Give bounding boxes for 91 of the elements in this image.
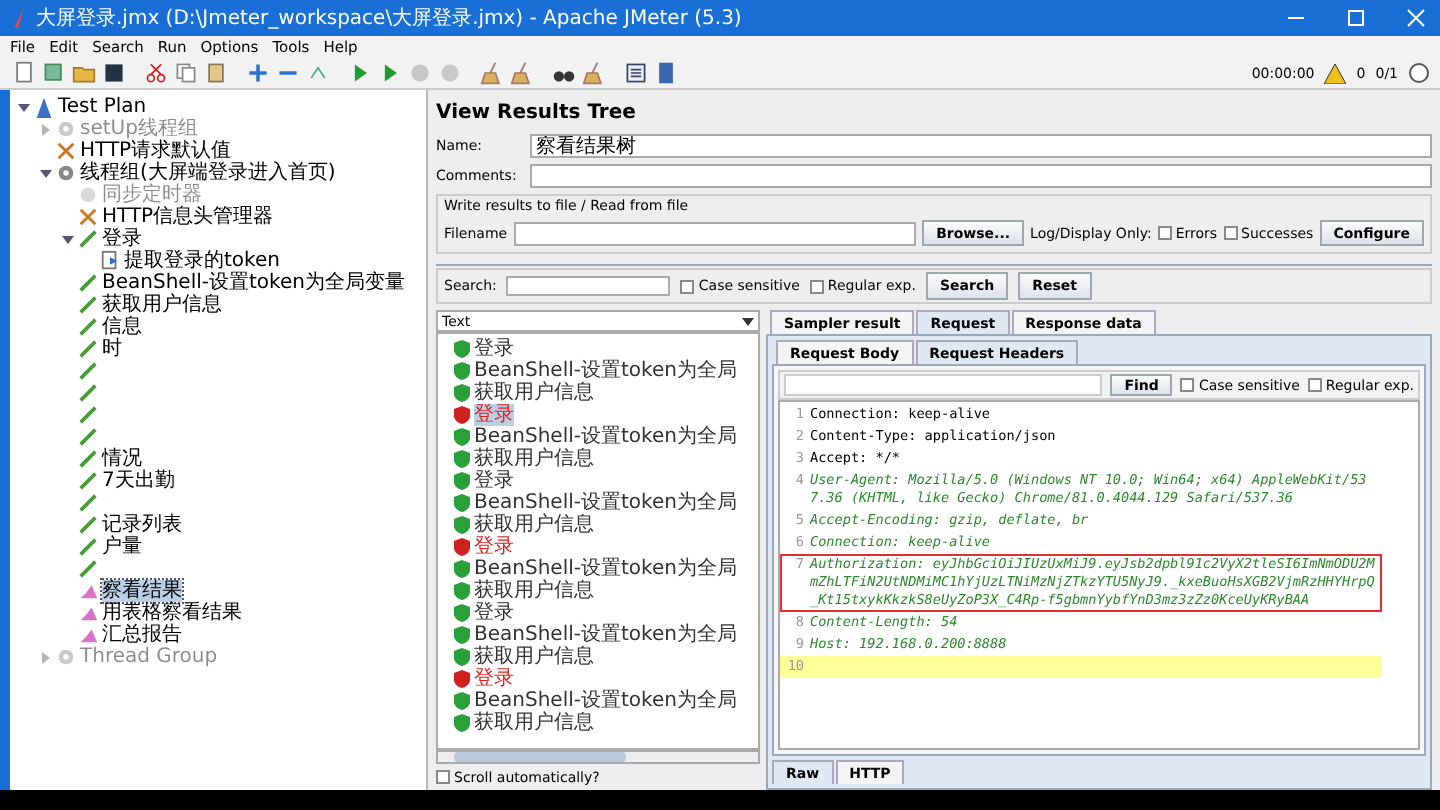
tree-item[interactable]: 用表格察看结果	[102, 602, 242, 624]
checkbox[interactable]	[1223, 226, 1238, 240]
filename-field[interactable]	[513, 221, 917, 245]
sampler-icon	[78, 514, 98, 536]
result-item[interactable]: 登录	[474, 668, 514, 690]
search-field[interactable]	[506, 276, 671, 296]
collapse-icon[interactable]	[62, 233, 74, 245]
result-item[interactable]: BeanShell-设置token为全局	[474, 690, 737, 712]
result-item[interactable]: 登录	[474, 338, 514, 360]
sampler-icon	[78, 448, 98, 470]
comments-field[interactable]	[530, 163, 1432, 187]
result-item[interactable]: BeanShell-设置token为全局	[474, 492, 737, 514]
tree-item[interactable]: 信息	[102, 316, 142, 338]
sampler-icon	[78, 426, 98, 448]
sampler-icon	[78, 558, 98, 580]
checkbox[interactable]	[680, 279, 695, 293]
checkbox[interactable]	[1157, 226, 1172, 240]
broom-icon[interactable]	[480, 60, 504, 86]
window-title: 大屏登录.jmx (D:\Jmeter_workspace\大屏登录.jmx) - Apache JMeter (5.3)	[36, 5, 744, 32]
tree-item[interactable]: 7天出勤	[102, 470, 175, 492]
tree-item[interactable]: 获取用户信息	[102, 294, 222, 316]
thread-icon	[56, 646, 76, 668]
listener-icon	[78, 580, 98, 602]
tree-item[interactable]: 记录列表	[102, 514, 182, 536]
tree-item[interactable]: 时	[102, 338, 122, 360]
thread-icon	[56, 118, 76, 140]
sampler-icon	[78, 404, 98, 426]
tree-item[interactable]: 汇总报告	[102, 624, 182, 646]
timer-icon	[78, 184, 98, 206]
maximize-icon[interactable]	[1344, 6, 1368, 30]
checkbox[interactable]	[809, 279, 824, 293]
checkbox[interactable]	[436, 770, 450, 784]
save-icon[interactable]	[102, 60, 126, 86]
listener-icon	[78, 602, 98, 624]
headers-editor[interactable]	[778, 400, 1420, 750]
tree-item[interactable]: 提取登录的token	[124, 250, 280, 272]
tree-item[interactable]: 情况	[102, 448, 142, 470]
panel-title: View Results Tree	[436, 100, 638, 128]
plan-icon	[34, 96, 54, 118]
tree-item[interactable]: 线程组(大屏端登录进入首页)	[80, 162, 336, 184]
collapse-icon[interactable]	[40, 167, 52, 179]
find-field[interactable]	[784, 374, 1103, 396]
clipboard-icon[interactable]	[204, 60, 228, 86]
result-item[interactable]: 获取用户信息	[474, 382, 594, 404]
result-item[interactable]: 获取用户信息	[474, 448, 594, 470]
close-icon[interactable]	[1404, 6, 1428, 30]
tree-item[interactable]: HTTP信息头管理器	[102, 206, 274, 228]
result-item[interactable]: BeanShell-设置token为全局	[474, 558, 737, 580]
tree-item[interactable]: 察看结果	[102, 580, 182, 602]
checkbox[interactable]	[1180, 378, 1195, 392]
broom-icon[interactable]	[510, 60, 534, 86]
collapse-icon[interactable]	[18, 101, 30, 113]
tree-item[interactable]: 户量	[102, 536, 142, 558]
thread-icon	[56, 162, 76, 184]
sampler-icon	[78, 228, 98, 250]
sampler-icon	[78, 492, 98, 514]
plus-icon[interactable]	[246, 60, 270, 86]
tree-item[interactable]: HTTP请求默认值	[80, 140, 232, 162]
sampler-icon	[78, 360, 98, 382]
result-item[interactable]: 登录	[474, 602, 514, 624]
result-item[interactable]: BeanShell-设置token为全局	[474, 624, 737, 646]
result-item[interactable]: 登录	[474, 536, 514, 558]
sampler-icon	[78, 294, 98, 316]
tree-item[interactable]: Test Plan	[58, 96, 147, 118]
result-item[interactable]: 获取用户信息	[474, 514, 594, 536]
result-item[interactable]: BeanShell-设置token为全局	[474, 360, 737, 382]
config-icon	[78, 206, 98, 228]
sampler-icon	[78, 338, 98, 360]
tree-item[interactable]: BeanShell-设置token为全局变量	[102, 272, 405, 294]
result-item[interactable]: 获取用户信息	[474, 712, 594, 734]
caret-icon	[742, 317, 754, 325]
list-icon[interactable]	[624, 60, 648, 86]
sampler-icon	[78, 316, 98, 338]
tree-item[interactable]: 登录	[102, 228, 142, 250]
config-icon	[56, 140, 76, 162]
new-file-icon[interactable]	[12, 60, 36, 86]
sampler-icon	[78, 536, 98, 558]
result-item[interactable]: 获取用户信息	[474, 646, 594, 668]
sampler-icon	[78, 382, 98, 404]
result-item[interactable]: 登录	[474, 470, 514, 492]
sampler-icon	[78, 272, 98, 294]
scissors-icon[interactable]	[144, 60, 168, 86]
sampler-icon	[78, 470, 98, 492]
copy-icon[interactable]	[174, 60, 198, 86]
result-item[interactable]: BeanShell-设置token为全局	[474, 426, 737, 448]
listener-icon	[78, 624, 98, 646]
app-feather-icon	[12, 8, 28, 28]
extractor-icon	[100, 250, 120, 272]
checkbox[interactable]	[1307, 378, 1322, 392]
result-item[interactable]: 获取用户信息	[474, 580, 594, 602]
warning-icon[interactable]	[1324, 63, 1347, 83]
